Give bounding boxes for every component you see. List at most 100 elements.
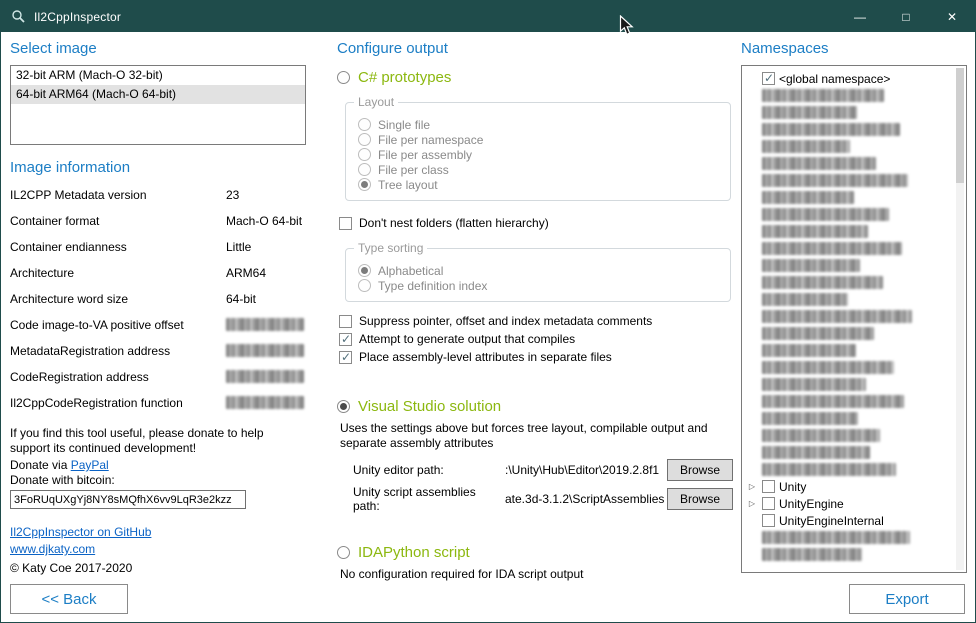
bitcoin-address-input[interactable] bbox=[10, 490, 246, 509]
namespace-item bbox=[744, 155, 964, 172]
masked-namespace bbox=[762, 446, 870, 459]
radio-option[interactable]: Tree layout bbox=[358, 177, 720, 192]
radio-option[interactable]: Alphabetical bbox=[358, 263, 720, 278]
app-icon bbox=[11, 9, 26, 24]
output-checkboxes: Suppress pointer, offset and index metad… bbox=[337, 312, 733, 366]
radio-icon bbox=[358, 178, 371, 191]
export-button[interactable]: Export bbox=[849, 584, 965, 614]
info-value: 64-bit bbox=[226, 292, 256, 306]
configure-output-heading: Configure output bbox=[337, 40, 733, 57]
namespace-item bbox=[744, 444, 964, 461]
namespace-item bbox=[744, 138, 964, 155]
website-link[interactable]: www.djkaty.com bbox=[10, 542, 95, 556]
back-button[interactable]: << Back bbox=[10, 584, 128, 614]
checkbox-label: Attempt to generate output that compiles bbox=[359, 332, 575, 346]
idapython-script-radio[interactable]: IDAPython script bbox=[337, 544, 733, 561]
masked-namespace bbox=[762, 327, 874, 340]
paypal-link[interactable]: PayPal bbox=[71, 458, 109, 472]
namespace-item[interactable]: ▷UnityEngine bbox=[744, 495, 964, 512]
checkbox-label: Place assembly-level attributes in separ… bbox=[359, 350, 612, 364]
path-field-label: Unity script assemblies path: bbox=[353, 485, 505, 513]
flatten-checkbox-row[interactable]: Don't nest folders (flatten hierarchy) bbox=[339, 214, 733, 232]
masked-namespace bbox=[762, 106, 857, 119]
title-bar[interactable]: Il2CppInspector — □ ✕ bbox=[1, 1, 975, 32]
info-row: Il2CppCodeRegistration function bbox=[10, 396, 306, 422]
masked-namespace bbox=[762, 548, 862, 561]
namespace-item bbox=[744, 359, 964, 376]
image-information-heading: Image information bbox=[10, 159, 306, 176]
info-value bbox=[226, 344, 304, 357]
radio-option[interactable]: File per class bbox=[358, 162, 720, 177]
masked-namespace bbox=[762, 429, 880, 442]
namespaces-scrollbar[interactable] bbox=[956, 68, 964, 570]
idapython-script-label: IDAPython script bbox=[358, 544, 470, 561]
radio-icon bbox=[358, 264, 371, 277]
namespace-checkbox[interactable] bbox=[762, 497, 775, 510]
github-link[interactable]: Il2CppInspector on GitHub bbox=[10, 525, 151, 539]
radio-option[interactable]: File per assembly bbox=[358, 147, 720, 162]
flatten-checkbox-label: Don't nest folders (flatten hierarchy) bbox=[359, 216, 549, 230]
scrollbar-thumb[interactable] bbox=[956, 68, 964, 183]
visual-studio-solution-radio[interactable]: Visual Studio solution bbox=[337, 398, 733, 415]
checkbox-icon bbox=[339, 217, 352, 230]
namespace-item[interactable]: ▷Unity bbox=[744, 478, 964, 495]
path-field-value[interactable]: ate.3d-3.1.2\ScriptAssemblies bbox=[505, 492, 667, 506]
expander-icon[interactable]: ▷ bbox=[746, 482, 758, 491]
info-label: Architecture bbox=[10, 266, 226, 280]
masked-namespace bbox=[762, 123, 900, 136]
namespace-checkbox[interactable] bbox=[762, 72, 775, 85]
minimize-button[interactable]: — bbox=[837, 1, 883, 32]
donate-text: If you find this tool useful, please don… bbox=[10, 426, 298, 456]
layout-options: Single fileFile per namespaceFile per as… bbox=[356, 117, 720, 192]
info-value bbox=[226, 396, 304, 409]
donate-via-label: Donate via bbox=[10, 458, 71, 472]
close-button[interactable]: ✕ bbox=[929, 1, 975, 32]
image-info-rows: IL2CPP Metadata version23Container forma… bbox=[10, 188, 306, 422]
maximize-button[interactable]: □ bbox=[883, 1, 929, 32]
masked-namespace bbox=[762, 259, 860, 272]
namespace-item bbox=[744, 410, 964, 427]
radio-option[interactable]: Single file bbox=[358, 117, 720, 132]
path-field-label: Unity editor path: bbox=[353, 463, 505, 477]
namespace-item bbox=[744, 308, 964, 325]
select-image-list[interactable]: 32-bit ARM (Mach-O 32-bit)64-bit ARM64 (… bbox=[10, 65, 306, 145]
namespaces-list[interactable]: <global namespace> ▷Unity▷UnityEngine Unit… bbox=[741, 65, 967, 573]
radio-icon bbox=[358, 279, 371, 292]
radio-label: File per assembly bbox=[378, 148, 472, 162]
checkbox-row[interactable]: Place assembly-level attributes in separ… bbox=[339, 348, 733, 366]
masked-namespace bbox=[762, 174, 908, 187]
browse-button[interactable]: Browse bbox=[667, 488, 733, 510]
masked-namespace bbox=[762, 89, 884, 102]
image-list-item[interactable]: 32-bit ARM (Mach-O 32-bit) bbox=[11, 66, 305, 85]
namespace-item[interactable]: <global namespace> bbox=[744, 70, 964, 87]
masked-namespace bbox=[762, 140, 850, 153]
namespace-item[interactable]: UnityEngineInternal bbox=[744, 512, 964, 529]
main-content: Select image 32-bit ARM (Mach-O 32-bit)6… bbox=[1, 32, 975, 622]
radio-label: Alphabetical bbox=[378, 264, 443, 278]
path-field-row: Unity script assemblies path:ate.3d-3.1.… bbox=[353, 488, 733, 510]
csharp-prototypes-label: C# prototypes bbox=[358, 69, 451, 86]
namespace-label: UnityEngineInternal bbox=[779, 514, 884, 528]
info-label: CodeRegistration address bbox=[10, 370, 226, 384]
info-label: MetadataRegistration address bbox=[10, 344, 226, 358]
path-field-value[interactable]: :\Unity\Hub\Editor\2019.2.8f1 bbox=[505, 463, 667, 477]
masked-namespace bbox=[762, 361, 894, 374]
expander-icon[interactable]: ▷ bbox=[746, 499, 758, 508]
csharp-prototypes-radio[interactable]: C# prototypes bbox=[337, 69, 733, 86]
browse-button[interactable]: Browse bbox=[667, 459, 733, 481]
radio-option[interactable]: File per namespace bbox=[358, 132, 720, 147]
namespace-item bbox=[744, 393, 964, 410]
masked-namespace bbox=[762, 412, 858, 425]
namespace-checkbox[interactable] bbox=[762, 480, 775, 493]
type-sorting-groupbox: Type sorting AlphabeticalType definition… bbox=[345, 248, 731, 302]
select-image-panel: Select image 32-bit ARM (Mach-O 32-bit)6… bbox=[10, 40, 306, 575]
checkbox-row[interactable]: Attempt to generate output that compiles bbox=[339, 330, 733, 348]
namespace-item bbox=[744, 104, 964, 121]
image-list-item[interactable]: 64-bit ARM64 (Mach-O 64-bit) bbox=[11, 85, 305, 104]
info-value: 23 bbox=[226, 188, 239, 202]
namespace-item bbox=[744, 172, 964, 189]
namespace-checkbox[interactable] bbox=[762, 514, 775, 527]
radio-option[interactable]: Type definition index bbox=[358, 278, 720, 293]
masked-namespace bbox=[762, 310, 912, 323]
checkbox-row[interactable]: Suppress pointer, offset and index metad… bbox=[339, 312, 733, 330]
